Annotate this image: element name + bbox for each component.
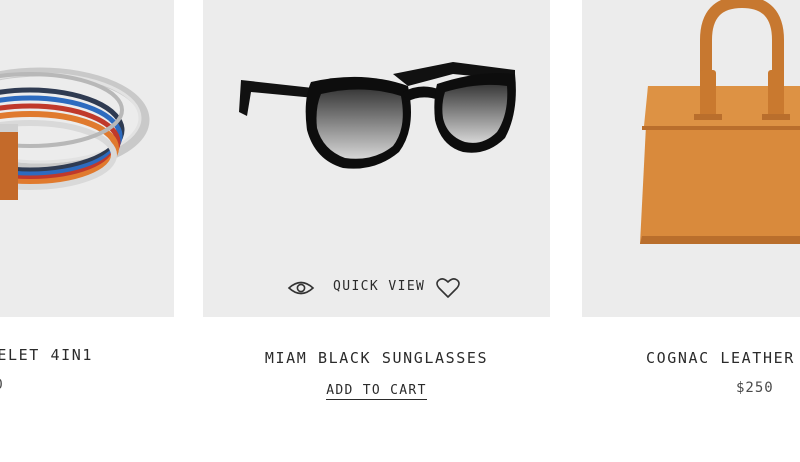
quick-view-button[interactable]: QUICK VIEW xyxy=(333,279,425,294)
sunglasses-illustration xyxy=(239,62,516,169)
add-to-cart-label[interactable]: ADD TO CART xyxy=(326,383,427,400)
product-grid: ELET 4IN1 50 xyxy=(0,0,800,462)
handbag-illustration xyxy=(640,0,800,244)
quick-view-bar: QUICK VIEW xyxy=(203,275,550,301)
product-name-bracelet[interactable]: ELET 4IN1 xyxy=(0,346,93,364)
heart-icon[interactable] xyxy=(436,277,460,299)
bracelet-illustration xyxy=(0,67,150,200)
product-price-handbag: $250 xyxy=(736,380,774,396)
eye-icon[interactable] xyxy=(287,280,315,296)
product-image-sunglasses[interactable]: QUICK VIEW xyxy=(203,0,550,317)
product-price-bracelet: 50 xyxy=(0,377,4,393)
product-image-handbag[interactable] xyxy=(582,0,800,317)
add-to-cart-link[interactable]: ADD TO CART xyxy=(203,383,550,400)
product-image-bracelet[interactable] xyxy=(0,0,174,317)
product-name-sunglasses[interactable]: MIAM BLACK SUNGLASSES xyxy=(203,349,550,367)
product-name-handbag[interactable]: COGNAC LEATHER H xyxy=(646,349,800,367)
